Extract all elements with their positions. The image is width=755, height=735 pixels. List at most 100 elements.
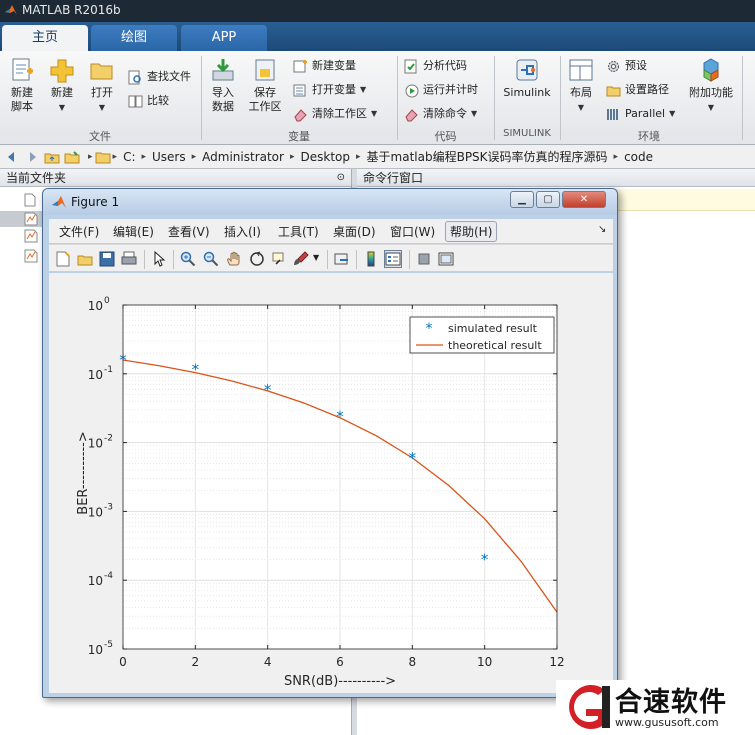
y-tick-exponent: -3 (104, 502, 113, 512)
zoom-out-icon[interactable] (203, 251, 219, 267)
print-icon[interactable] (121, 251, 137, 267)
find-files-icon (128, 70, 141, 84)
hide-plot-tools-icon[interactable] (416, 251, 432, 267)
new-button[interactable]: 新建 ▼ (44, 57, 80, 115)
data-point-simulated: * (481, 550, 489, 568)
colorbar-icon[interactable] (363, 251, 379, 267)
m-file-icon[interactable] (24, 229, 38, 243)
crumb-separator: ▸ (289, 151, 295, 162)
tab-apps[interactable]: APP (181, 25, 267, 51)
open-button[interactable]: 打开 ▼ (86, 57, 118, 115)
pointer-icon[interactable] (151, 251, 167, 267)
menu-insert[interactable]: 插入(I) (224, 223, 261, 240)
layout-button[interactable]: 布局 ▼ (566, 57, 596, 115)
rotate-3d-icon[interactable] (249, 251, 265, 267)
up-folder-icon[interactable] (44, 149, 60, 165)
import-data-button[interactable]: 导入 数据 (207, 57, 239, 114)
group-label-variable: 变量 (288, 130, 310, 143)
compare-button[interactable]: 比较 (128, 92, 169, 110)
legend-label: simulated result (448, 322, 538, 335)
menu-desktop[interactable]: 桌面(D) (333, 223, 376, 240)
addons-button[interactable]: 附加功能 ▼ (688, 57, 734, 115)
command-window-title: 命令行窗口 (363, 171, 424, 185)
figure-menubar: 文件(F) 编辑(E) 查看(V) 插入(I) 工具(T) 桌面(D) 窗口(W… (49, 219, 613, 243)
simulink-button[interactable]: Simulink (500, 57, 554, 100)
minimize-button[interactable]: ▁ (510, 191, 534, 208)
zoom-in-icon[interactable] (180, 251, 196, 267)
back-arrow-icon[interactable] (4, 149, 20, 165)
eraser-icon (405, 108, 418, 121)
eraser-icon (294, 108, 307, 121)
m-file-icon[interactable] (24, 212, 38, 226)
menu-edit[interactable]: 编辑(E) (113, 223, 154, 240)
run-and-time-button[interactable]: 运行并计时 (404, 81, 478, 99)
addons-icon (703, 58, 719, 82)
watermark-url: www.gususoft.com (615, 716, 719, 729)
browse-folder-icon[interactable] (64, 149, 80, 165)
open-variable-button[interactable]: 打开变量 ▼ (293, 81, 366, 99)
file-icon[interactable] (24, 193, 36, 207)
data-cursor-icon[interactable] (271, 251, 287, 267)
figure-title: Figure 1 (71, 195, 120, 209)
crumb-separator: ▸ (112, 151, 118, 162)
brush-icon[interactable] (293, 251, 309, 267)
maximize-button[interactable]: ▢ (536, 191, 560, 208)
current-folder-title: 当前文件夹 (6, 171, 67, 185)
find-files-button[interactable]: 查找文件 (128, 68, 191, 86)
panel-menu-icon[interactable]: ⊙ (337, 169, 345, 187)
close-button[interactable]: ✕ (562, 191, 606, 208)
tab-plots[interactable]: 绘图 (91, 25, 177, 51)
menu-tools[interactable]: 工具(T) (278, 223, 319, 240)
matlab-logo-icon (5, 5, 17, 15)
legend-icon[interactable] (384, 250, 402, 268)
open-file-icon[interactable] (77, 251, 93, 267)
chevron-down-icon: ▼ (98, 103, 106, 112)
clear-workspace-button[interactable]: 清除工作区 ▼ (293, 105, 377, 123)
watermark: 合速软件 www.gususoft.com (556, 680, 755, 735)
show-plot-tools-icon[interactable] (438, 251, 454, 267)
simulink-icon (516, 59, 538, 81)
menu-file[interactable]: 文件(F) (59, 223, 99, 240)
pan-hand-icon[interactable] (226, 251, 242, 267)
watermark-text: 合速软件 (615, 687, 727, 718)
chevron-down-icon: ▼ (58, 103, 66, 112)
new-variable-button[interactable]: 新建变量 (293, 57, 356, 75)
menu-view[interactable]: 查看(V) (168, 223, 210, 240)
menu-help[interactable]: 帮助(H) (445, 221, 498, 242)
x-tick-label: 0 (119, 655, 127, 669)
parallel-button[interactable]: Parallel ▼ (606, 105, 675, 123)
preferences-button[interactable]: 预设 (606, 57, 647, 75)
data-point-simulated: * (264, 381, 272, 399)
y-tick-exponent: -4 (104, 571, 113, 581)
dock-arrow-icon[interactable]: ↘ (598, 224, 606, 235)
y-tick-label: 10 (88, 299, 103, 313)
tab-home[interactable]: 主页 (2, 25, 88, 51)
forward-arrow-icon[interactable] (24, 149, 40, 165)
breadcrumb-c[interactable]: C: (123, 150, 135, 164)
x-tick-label: 8 (409, 655, 417, 669)
breadcrumb-desktop[interactable]: Desktop (301, 150, 351, 164)
breadcrumb-code[interactable]: code (624, 150, 653, 164)
chevron-down-icon: ▼ (371, 109, 378, 118)
group-label-simulink: SIMULINK (503, 128, 551, 139)
new-figure-icon[interactable] (55, 251, 71, 267)
group-label-environment: 环境 (638, 130, 660, 143)
x-tick-label: 10 (477, 655, 492, 669)
breadcrumb-project[interactable]: 基于matlab编程BPSK误码率仿真的程序源码 (367, 148, 608, 165)
breadcrumb-administrator[interactable]: Administrator (202, 150, 284, 164)
m-file-icon[interactable] (24, 249, 38, 263)
clear-commands-button[interactable]: 清除命令 ▼ (404, 105, 477, 123)
save-icon[interactable] (99, 251, 115, 267)
link-plot-icon[interactable] (334, 251, 350, 267)
breadcrumb-users[interactable]: Users (152, 150, 186, 164)
set-path-button[interactable]: 设置路径 (606, 81, 669, 99)
chevron-down-icon[interactable]: ▼ (313, 253, 319, 262)
save-workspace-button[interactable]: 保存 工作区 (246, 57, 284, 114)
analyze-code-button[interactable]: 分析代码 (404, 57, 467, 75)
legend-marker-simulated: * (426, 321, 433, 337)
address-bar: ▸ ▸ C: ▸ Users ▸ Administrator ▸ Desktop… (0, 145, 755, 169)
menu-window[interactable]: 窗口(W) (390, 223, 435, 240)
legend-label: theoretical result (448, 339, 542, 352)
y-tick-label: 10 (88, 574, 103, 588)
new-script-button[interactable]: 新建 脚本 (6, 57, 38, 114)
